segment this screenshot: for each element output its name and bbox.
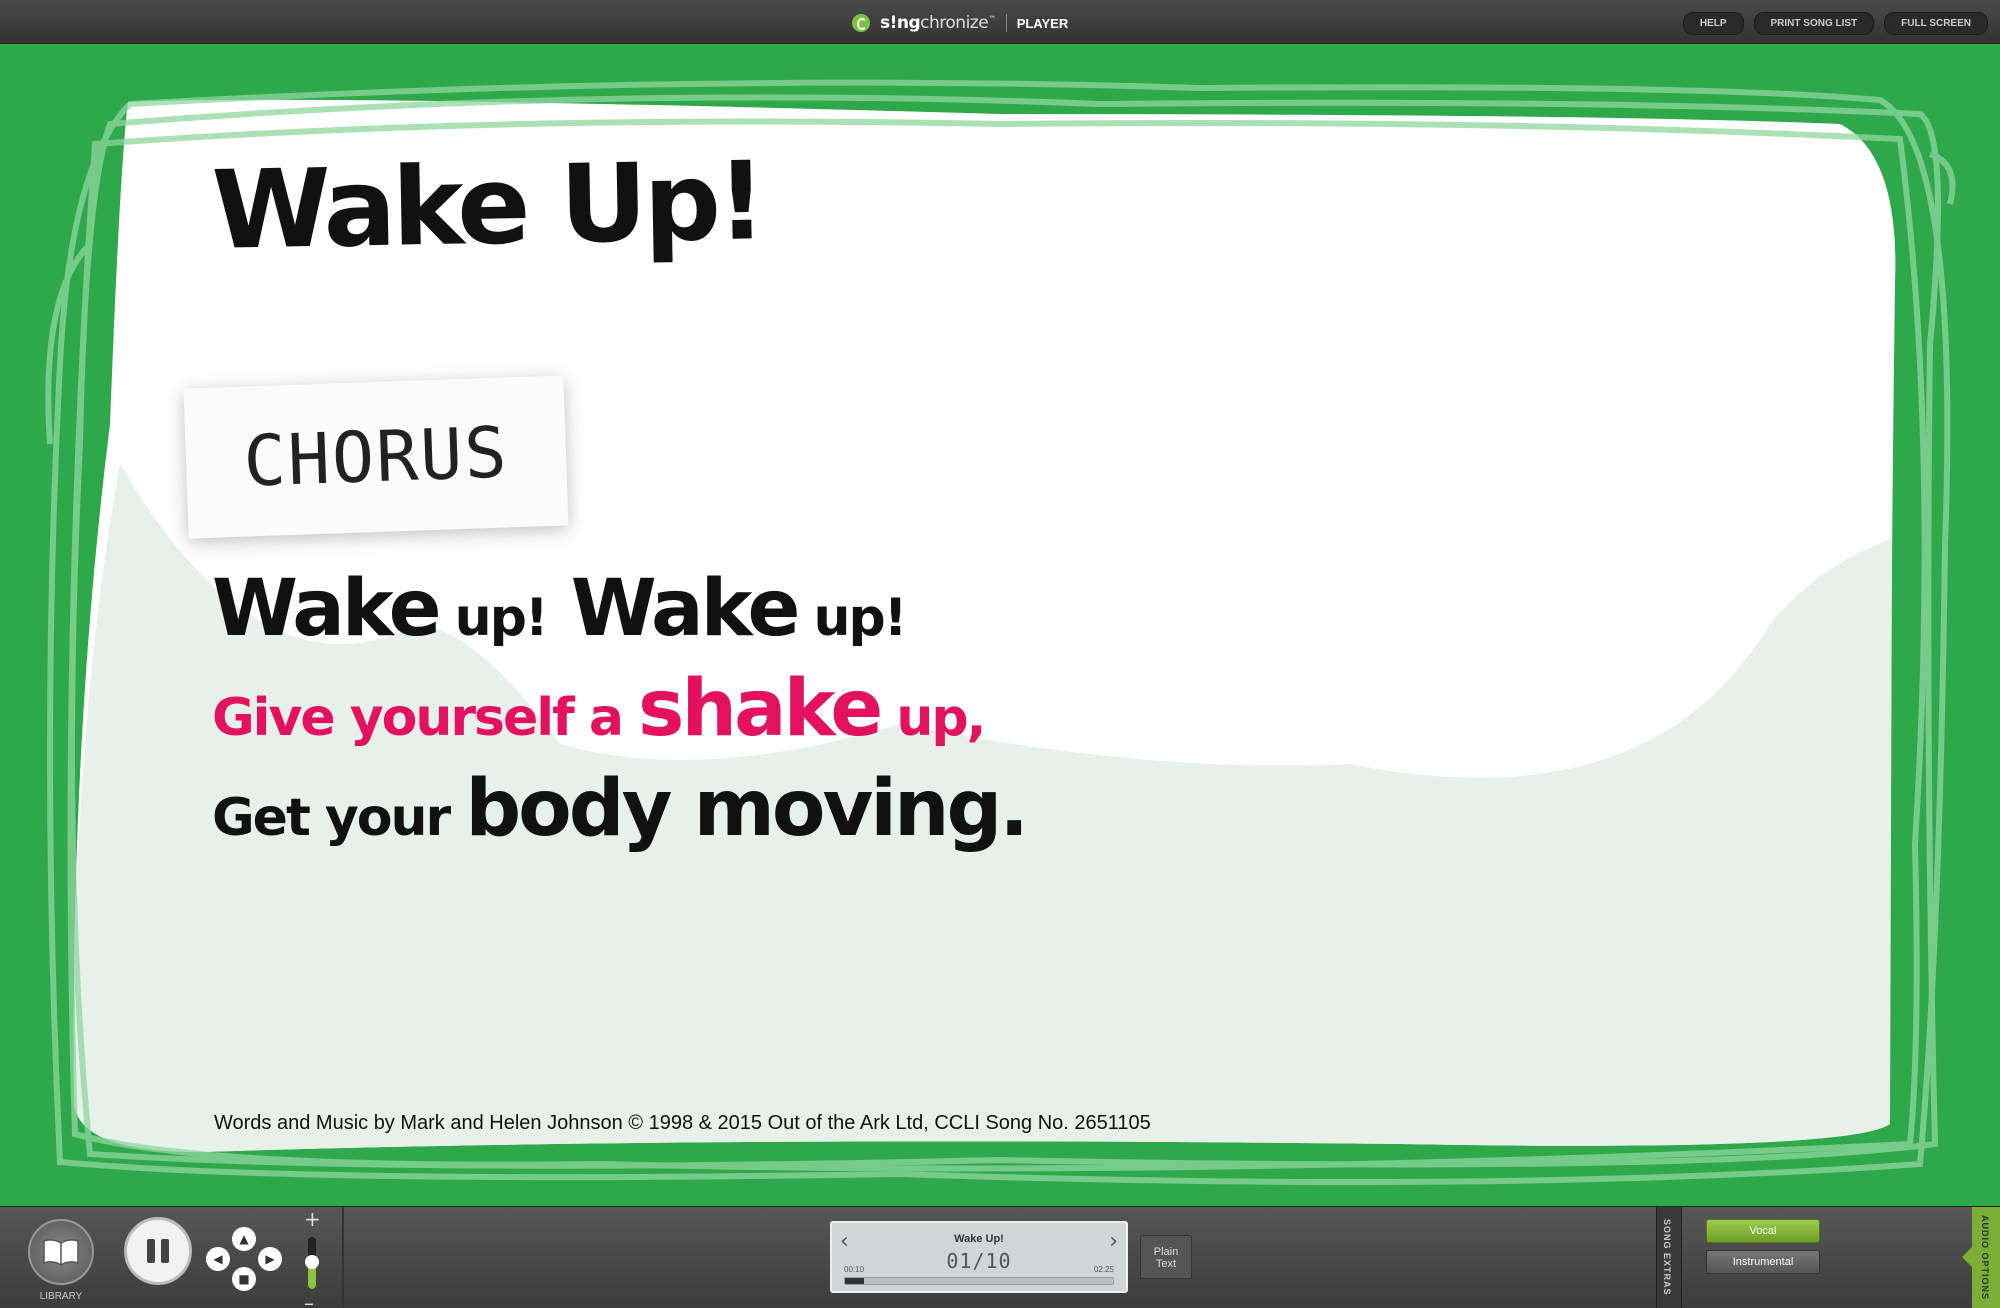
song-display-panel: ‹ › Wake Up! 01/10 00:10 02:25 <box>830 1221 1128 1293</box>
progress-bar[interactable] <box>844 1277 1114 1285</box>
full-screen-button[interactable]: FULL SCREEN <box>1884 12 1988 35</box>
library-label: LIBRARY <box>39 1291 83 1302</box>
pause-icon <box>147 1239 155 1263</box>
time-elapsed: 00:10 <box>844 1265 865 1274</box>
volume-up-button[interactable]: + <box>304 1209 321 1229</box>
section-label: PLAYER <box>1016 15 1069 31</box>
song-extras-label: SONG EXTRAS <box>1662 1219 1672 1296</box>
display-song-title: Wake Up! <box>954 1233 1004 1245</box>
volume-control: + – <box>302 1209 322 1308</box>
stop-icon[interactable]: ■ <box>232 1267 256 1291</box>
pause-icon-bar <box>161 1239 169 1263</box>
volume-down-button[interactable]: – <box>304 1293 314 1308</box>
right-arrow-icon[interactable]: ▶ <box>258 1247 282 1271</box>
slide-navigation-pad: ▲ ◀ ▶ ■ <box>206 1227 282 1293</box>
pause-button[interactable] <box>124 1217 192 1285</box>
brand-name: s!ngchronize™ <box>880 13 996 33</box>
book-icon <box>43 1239 79 1266</box>
top-links: HELP PRINT SONG LIST FULL SCREEN <box>1682 12 1988 35</box>
plain-text-button[interactable]: Plain Text <box>1140 1235 1192 1279</box>
song-title: Wake Up! <box>210 139 764 274</box>
time-total: 02:25 <box>1093 1265 1114 1274</box>
instrumental-button[interactable]: Instrumental <box>1706 1250 1820 1274</box>
lyric-line-2: Give yourself a shake up, <box>212 664 986 754</box>
audio-options-label: AUDIO OPTIONS <box>1980 1215 1990 1301</box>
help-button[interactable]: HELP <box>1682 12 1744 35</box>
print-song-list-button[interactable]: PRINT SONG LIST <box>1753 12 1875 35</box>
tab-arrow-icon <box>1962 1247 1972 1267</box>
bottom-control-bar: LIBRARY ▲ ◀ ▶ ■ + – ‹ › Wake Up! 01/10 0… <box>0 1206 2000 1308</box>
lyric-line-1: Wake up! Wake up! <box>212 564 907 654</box>
chorus-label-card: CHORUS <box>183 375 569 539</box>
song-credit: Words and Music by Mark and Helen Johnso… <box>214 1112 1151 1134</box>
progress-fill <box>845 1278 864 1284</box>
brand: s!ngchronize™ PLAYER <box>852 10 1068 36</box>
volume-slider-handle[interactable] <box>305 1255 319 1269</box>
top-bar: s!ngchronize™ PLAYER HELP PRINT SONG LIS… <box>0 0 2000 44</box>
up-arrow-icon[interactable]: ▲ <box>232 1227 256 1251</box>
left-arrow-icon[interactable]: ◀ <box>206 1247 230 1271</box>
singchronize-logo-icon <box>852 14 870 32</box>
song-extras-tab[interactable]: SONG EXTRAS <box>1656 1207 1682 1308</box>
section-tag-text: CHORUS <box>242 411 510 503</box>
slide-counter: 01/10 <box>946 1249 1012 1273</box>
brand-divider <box>1005 14 1007 32</box>
library-button[interactable] <box>28 1219 94 1285</box>
vocal-button[interactable]: Vocal <box>1706 1219 1820 1243</box>
lyric-line-3: Get your body moving. <box>212 764 1029 854</box>
lyrics-stage: Wake Up! CHORUS Wake up! Wake up! Give y… <box>0 44 2000 1206</box>
audio-options-tab[interactable]: AUDIO OPTIONS <box>1962 1207 2000 1308</box>
divider <box>342 1207 344 1308</box>
